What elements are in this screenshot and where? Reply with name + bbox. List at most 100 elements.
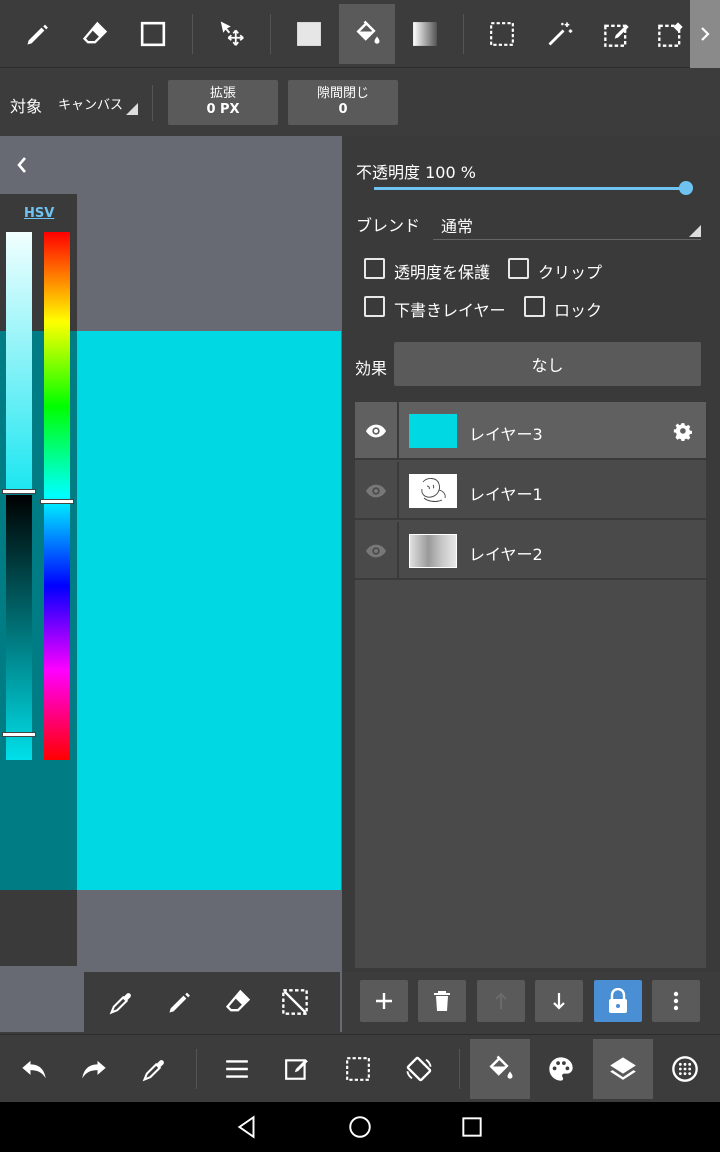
move-icon xyxy=(220,21,244,46)
value-slider-handle[interactable] xyxy=(2,488,36,494)
gap-close-label: 隙間閉じ xyxy=(316,86,369,101)
layer-thumbnail xyxy=(409,414,457,448)
lock-layer-button[interactable] xyxy=(594,980,642,1022)
expand-label: 拡張 xyxy=(209,86,236,101)
select-pen-tool-button[interactable] xyxy=(589,4,645,64)
effect-label: 効果 xyxy=(355,359,388,378)
layers-button[interactable] xyxy=(593,1039,653,1099)
selection-button[interactable] xyxy=(328,1039,388,1099)
expand-button[interactable]: 拡張 0 PX xyxy=(168,80,278,125)
palette-button[interactable] xyxy=(531,1039,591,1099)
layer-name: レイヤー3 xyxy=(469,425,543,444)
menu-button[interactable] xyxy=(207,1039,267,1099)
layer-row[interactable]: レイヤー3 xyxy=(355,402,706,460)
hue-slider-handle[interactable] xyxy=(40,499,74,505)
eraser-tool-button[interactable] xyxy=(67,4,123,64)
arrow-up-icon xyxy=(495,992,507,1009)
magic-wand-tool-button[interactable] xyxy=(532,4,588,64)
canvas[interactable] xyxy=(77,331,341,890)
tool-options-bar: 対象 キャンバス 拡張 0 PX 隙間閉じ 0 xyxy=(0,69,720,136)
lock-icon xyxy=(609,988,627,1013)
lock-checkbox[interactable] xyxy=(524,296,545,317)
eraser-icon xyxy=(82,21,108,44)
move-layer-down-button[interactable] xyxy=(535,980,583,1022)
pen-icon xyxy=(169,992,190,1013)
add-layer-button[interactable] xyxy=(360,980,408,1022)
value-slider[interactable] xyxy=(2,232,36,760)
bucket-fill-tool-button[interactable] xyxy=(339,4,395,64)
target-select[interactable]: キャンバス xyxy=(54,87,140,117)
rotate-canvas-button[interactable] xyxy=(389,1039,449,1099)
pen-quick-button[interactable] xyxy=(166,988,194,1016)
protect-alpha-label: 透明度を保護 xyxy=(394,263,491,282)
hue-slider[interactable] xyxy=(40,232,74,760)
more-vertical-icon xyxy=(673,991,679,1011)
move-tool-button[interactable] xyxy=(204,4,260,64)
protect-alpha-checkbox[interactable] xyxy=(364,258,385,279)
opacity-slider[interactable] xyxy=(374,178,694,200)
blend-select[interactable]: 通常 xyxy=(433,204,701,240)
layer-thumbnail xyxy=(409,534,457,568)
bucket-fill-icon xyxy=(356,20,380,44)
collapse-panel-button[interactable] xyxy=(14,154,44,178)
layer-row[interactable]: レイヤー2 xyxy=(355,522,706,580)
settings-button[interactable] xyxy=(655,1039,715,1099)
dropdown-corner-icon xyxy=(689,225,701,237)
layer-name: レイヤー1 xyxy=(469,485,543,504)
select-eraser-tool-button[interactable] xyxy=(647,4,691,64)
eyedropper-icon xyxy=(109,993,131,1015)
eyedropper-quick-button[interactable] xyxy=(108,988,136,1016)
gear-icon[interactable] xyxy=(673,421,693,441)
opacity-slider-knob[interactable] xyxy=(679,181,693,195)
effect-button[interactable]: なし xyxy=(394,342,701,386)
deselect-icon xyxy=(282,989,308,1015)
redo-button[interactable] xyxy=(64,1039,124,1099)
visibility-toggle[interactable] xyxy=(355,522,399,580)
blend-label: ブレンド xyxy=(356,216,421,235)
more-tools-button[interactable] xyxy=(690,0,720,68)
pen-tool-button[interactable] xyxy=(10,4,66,64)
deselect-quick-button[interactable] xyxy=(281,988,309,1016)
nav-recents-button[interactable] xyxy=(459,1114,485,1140)
rect-select-tool-button[interactable] xyxy=(474,4,530,64)
quick-tools-bar xyxy=(84,972,340,1034)
arrow-down-icon xyxy=(553,993,565,1010)
nav-home-button[interactable] xyxy=(347,1114,373,1140)
eraser-quick-button[interactable] xyxy=(224,988,252,1016)
gradient-tool-button[interactable] xyxy=(397,4,453,64)
select-pen-icon xyxy=(604,24,629,47)
hsv-mode-tab[interactable]: HSV xyxy=(24,206,54,221)
eye-icon xyxy=(365,484,387,498)
effect-value: なし xyxy=(531,356,564,375)
nav-back-button[interactable] xyxy=(234,1114,260,1140)
draft-layer-checkbox[interactable] xyxy=(364,296,385,317)
layer-row[interactable]: レイヤー1 xyxy=(355,462,706,520)
clip-label: クリップ xyxy=(538,263,603,282)
saturation-slider-handle[interactable] xyxy=(2,731,36,737)
lock-label: ロック xyxy=(554,301,603,320)
bottom-toolbar xyxy=(0,1034,720,1102)
select-rect-icon xyxy=(346,1057,370,1081)
gap-close-button[interactable]: 隙間閉じ 0 xyxy=(288,80,398,125)
delete-layer-button[interactable] xyxy=(418,980,466,1022)
rectangle-icon xyxy=(140,21,166,47)
undo-button[interactable] xyxy=(4,1039,64,1099)
select-rect-icon xyxy=(490,22,514,46)
move-layer-up-button[interactable] xyxy=(477,980,525,1022)
edit-button[interactable] xyxy=(267,1039,327,1099)
system-nav-bar xyxy=(0,1102,720,1152)
palette-icon xyxy=(549,1057,573,1081)
pen-icon xyxy=(27,24,48,45)
fill-color-tool-button[interactable] xyxy=(281,4,337,64)
expand-value: 0 PX xyxy=(206,102,240,117)
visibility-toggle[interactable] xyxy=(355,402,399,460)
fill-panel-button[interactable] xyxy=(470,1039,530,1099)
clip-checkbox[interactable] xyxy=(508,258,529,279)
layers-icon xyxy=(610,1057,636,1080)
trash-icon xyxy=(434,991,450,1011)
visibility-toggle[interactable] xyxy=(355,462,399,520)
shape-tool-button[interactable] xyxy=(125,4,181,64)
fill-color-icon xyxy=(297,22,321,46)
layer-menu-button[interactable] xyxy=(652,980,700,1022)
eyedropper-button[interactable] xyxy=(125,1039,185,1099)
